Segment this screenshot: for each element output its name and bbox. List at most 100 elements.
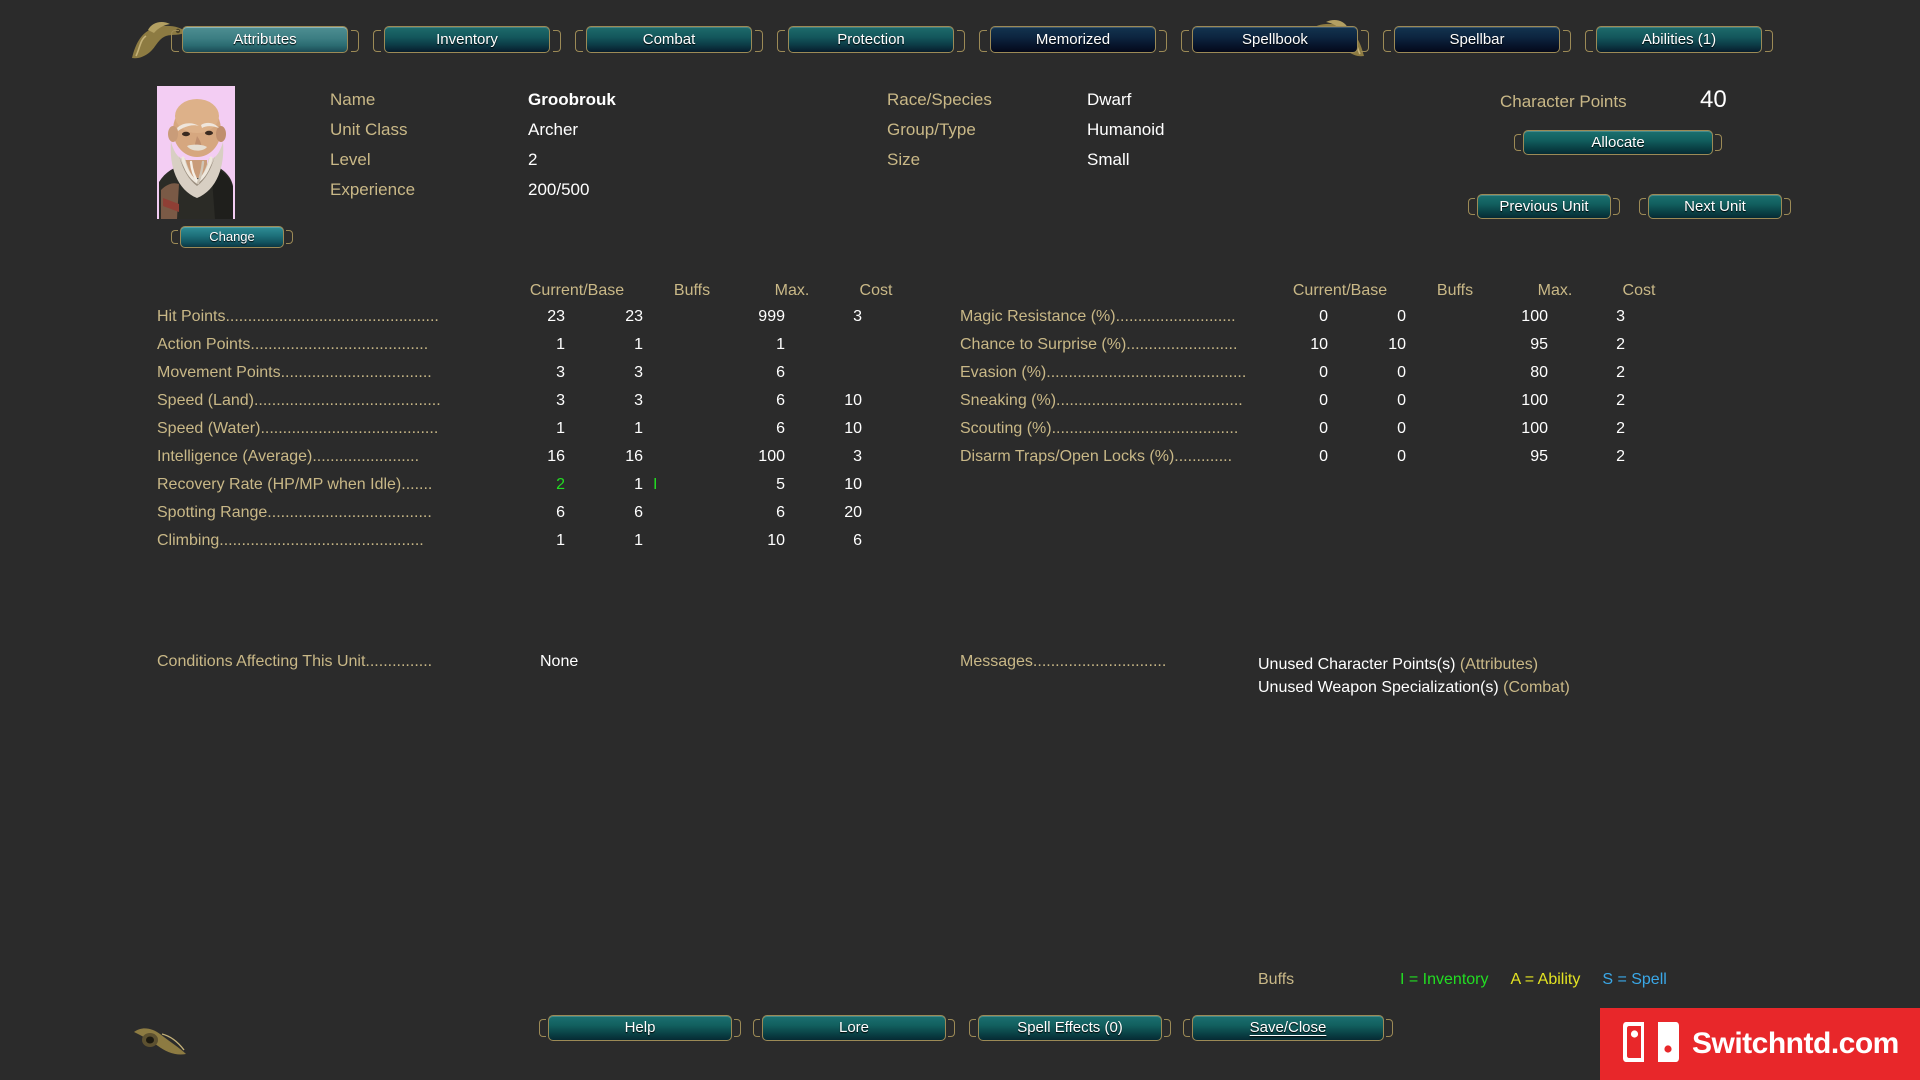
stat-max: 6 — [776, 420, 785, 437]
stat-name: Sneaking (%)............................… — [960, 392, 1243, 409]
stat-max: 5 — [776, 476, 785, 493]
stat-current: 1 — [556, 532, 565, 549]
stat-current: 3 — [556, 364, 565, 381]
buff-legend-entry: A = Ability — [1510, 971, 1581, 988]
buffs-legend: I = Inventory A = Ability S = Spell — [1400, 971, 1689, 989]
stat-name: Chance to Surprise (%)..................… — [960, 336, 1238, 353]
tab-attributes[interactable]: Attributes — [182, 26, 348, 53]
stat-base: 3 — [634, 364, 643, 381]
message-context: (Combat) — [1503, 679, 1570, 696]
stat-name: Climbing................................… — [157, 532, 424, 549]
stat-row[interactable]: Magic Resistance (%)....................… — [960, 308, 1720, 336]
lore-button[interactable]: Lore — [753, 1015, 955, 1041]
field-label-size: Size — [887, 150, 921, 169]
stat-name: Speed (Land)............................… — [157, 392, 441, 409]
stat-base: 0 — [1397, 308, 1406, 325]
buffs-legend-label: Buffs — [1258, 971, 1295, 988]
tab-inventory[interactable]: Inventory — [384, 26, 550, 53]
previous-unit-button[interactable]: Previous Unit — [1468, 194, 1620, 219]
stat-max: 95 — [1530, 448, 1548, 465]
field-label-race-species: Race/Species — [887, 90, 992, 109]
stat-name: Recovery Rate (HP/MP when Idle)....... — [157, 476, 433, 493]
stat-current: 6 — [556, 504, 565, 521]
stat-row[interactable]: Movement Points.........................… — [157, 364, 937, 392]
tab-combat[interactable]: Combat — [586, 26, 752, 53]
stat-row[interactable]: Scouting (%)............................… — [960, 420, 1720, 448]
header-max: Max. — [774, 282, 810, 299]
stat-row[interactable]: Speed (Water)...........................… — [157, 420, 937, 448]
stat-buff: I — [653, 476, 658, 493]
stat-name: Action Points...........................… — [157, 336, 429, 353]
stat-cost: 2 — [1616, 448, 1625, 465]
stat-row[interactable]: Action Points...........................… — [157, 336, 937, 364]
change-portrait-button[interactable]: Change — [171, 226, 293, 248]
stat-row[interactable]: Disarm Traps/Open Locks (%).............… — [960, 448, 1720, 476]
stat-row[interactable]: Spotting Range..........................… — [157, 504, 937, 532]
stat-max: 10 — [767, 532, 785, 549]
conditions-value: None — [540, 653, 579, 670]
stat-row[interactable]: Chance to Surprise (%)..................… — [960, 336, 1720, 364]
spell-effects-button[interactable]: Spell Effects (0) — [969, 1015, 1171, 1041]
field-label-group-type: Group/Type — [887, 120, 976, 139]
stat-row[interactable]: Recovery Rate (HP/MP when Idle)....... 2 1… — [157, 476, 937, 504]
header-current-base: Current/Base — [529, 282, 625, 299]
attributes-table-left: Current/Base Buffs Max. Cost Hit Points.....… — [157, 282, 937, 560]
help-button[interactable]: Help — [539, 1015, 741, 1041]
stat-current: 1 — [556, 420, 565, 437]
stat-max: 1 — [776, 336, 785, 353]
header-current-base: Current/Base — [1292, 282, 1388, 299]
watermark-text: Switchntd.com — [1692, 1027, 1899, 1060]
stat-row[interactable]: Speed (Land)............................… — [157, 392, 937, 420]
stat-name: Speed (Water)...........................… — [157, 420, 439, 437]
stat-current: 1 — [556, 336, 565, 353]
tab-wrap-memorized: Memorized — [979, 26, 1167, 53]
field-label-unit-class: Unit Class — [330, 120, 408, 139]
stat-row[interactable]: Evasion (%).............................… — [960, 364, 1720, 392]
field-value-unit-class: Archer — [528, 120, 579, 139]
field-value-group-type: Humanoid — [1087, 120, 1165, 139]
stat-cost: 2 — [1616, 364, 1625, 381]
stat-base: 23 — [625, 308, 643, 325]
stat-row[interactable]: Sneaking (%)............................… — [960, 392, 1720, 420]
stat-current: 0 — [1319, 308, 1328, 325]
stat-base: 0 — [1397, 448, 1406, 465]
stat-name: Magic Resistance (%)....................… — [960, 308, 1236, 325]
stat-current: 16 — [547, 448, 565, 465]
stat-base: 0 — [1397, 420, 1406, 437]
site-watermark: Switchntd.com — [1600, 1008, 1920, 1080]
tab-spellbar: Spellbar — [1394, 26, 1560, 53]
character-portrait — [157, 86, 235, 219]
message-text: Unused Weapon Specialization(s) — [1258, 679, 1504, 696]
field-value-race-species: Dwarf — [1087, 90, 1132, 109]
message-context: (Attributes) — [1459, 656, 1539, 673]
tab-wrap-abilities-1: Abilities (1) — [1585, 26, 1773, 53]
allocate-button[interactable]: Allocate — [1514, 130, 1722, 155]
stat-row[interactable]: Intelligence (Average)..................… — [157, 448, 937, 476]
stat-name: Hit Points..............................… — [157, 308, 439, 325]
header-cost: Cost — [859, 282, 893, 299]
stat-max: 999 — [758, 308, 785, 325]
next-unit-button[interactable]: Next Unit — [1639, 194, 1791, 219]
tab-protection[interactable]: Protection — [788, 26, 954, 53]
stat-current: 23 — [547, 308, 565, 325]
table-header-row: Current/Base Buffs Max. Cost — [157, 282, 937, 308]
save-close-button[interactable]: Save/Close — [1183, 1015, 1393, 1041]
stat-base: 1 — [634, 476, 643, 493]
tab-bar: Attributes Inventory Combat Protection Memor… — [0, 26, 1920, 53]
stat-max: 100 — [1521, 420, 1548, 437]
tab-wrap-protection: Protection — [777, 26, 965, 53]
table-header-row: Current/Base Buffs Max. Cost — [960, 282, 1720, 308]
stat-cost: 6 — [853, 532, 862, 549]
stat-max: 6 — [776, 392, 785, 409]
character-points-value: 40 — [1700, 86, 1727, 113]
field-label-experience: Experience — [330, 180, 416, 199]
character-points-label: Character Points — [1500, 92, 1627, 111]
stat-cost: 20 — [844, 504, 862, 521]
stat-row[interactable]: Hit Points..............................… — [157, 308, 937, 336]
nintendo-switch-logo-icon — [1622, 1018, 1680, 1071]
field-label-name: Name — [330, 90, 376, 109]
tab-memorized: Memorized — [990, 26, 1156, 53]
stat-current: 0 — [1319, 420, 1328, 437]
tab-abilities-1[interactable]: Abilities (1) — [1596, 26, 1762, 53]
stat-row[interactable]: Climbing................................… — [157, 532, 937, 560]
